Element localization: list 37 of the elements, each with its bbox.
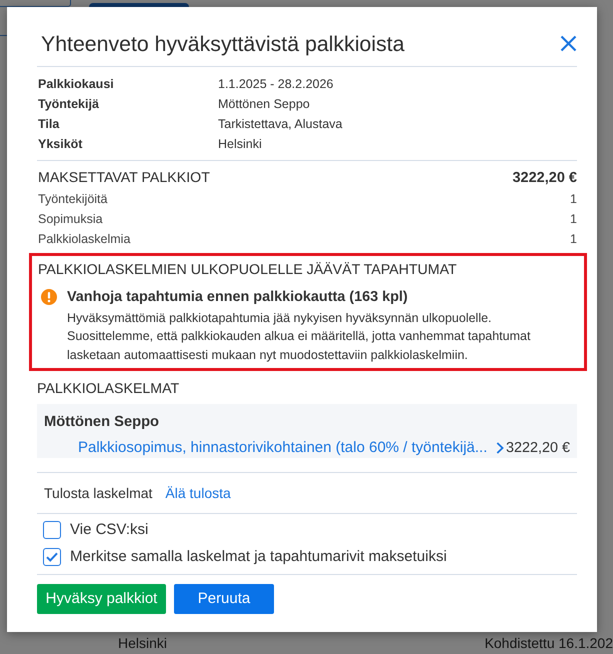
count-value: 1 bbox=[570, 191, 577, 208]
section-heading: PALKKIOLASKELMAT bbox=[37, 380, 180, 399]
close-icon[interactable] bbox=[560, 35, 577, 52]
cancel-button[interactable]: Peruuta bbox=[174, 584, 274, 614]
background-text: Kohdistettu 16.1.202 bbox=[484, 634, 613, 653]
print-link[interactable]: Älä tulosta bbox=[165, 483, 231, 503]
dialog-title: Yhteenveto hyväksyttävistä palkkioista bbox=[40, 30, 404, 58]
checkbox[interactable] bbox=[43, 548, 61, 566]
count-label: Työntekijöitä bbox=[38, 191, 108, 208]
notice-text: Hyväksymättömiä palkkiotapahtumia jää nykyisen hyväksynnän ulkopuolelle. Suosittelemme, että palkkiokauden alkua ei määritellä, jotta vanhemmat tapahtumat lasketaan automaattisesti mukaan nyt muodostettaviin palkkiolaskelmiin. bbox=[67, 310, 532, 364]
chevron-right-icon[interactable] bbox=[496, 442, 504, 454]
warning-icon bbox=[41, 289, 57, 305]
field-value: 1.1.2025 - 28.2.2026 bbox=[218, 76, 334, 93]
field-label: Palkkiokausi bbox=[38, 76, 115, 93]
count-label: Sopimuksia bbox=[38, 211, 103, 228]
checkbox[interactable] bbox=[43, 521, 61, 539]
field-value: Tarkistettava, Alustava bbox=[218, 116, 342, 133]
background-text: Helsinki bbox=[118, 634, 168, 653]
employee-name: Möttönen Seppo bbox=[44, 413, 160, 432]
field-value: Möttönen Seppo bbox=[218, 96, 310, 113]
section-heading: MAKSETTAVAT PALKKIOT bbox=[38, 169, 210, 188]
count-value: 1 bbox=[570, 211, 577, 228]
contract-link[interactable]: Palkkiosopimus, hinnastorivikohtainen (talo 60% / työntekijä... bbox=[78, 438, 488, 458]
checkbox-label: Merkitse samalla laskelmat ja tapahtumarivit maksetuiksi bbox=[70, 548, 447, 566]
field-label: Yksiköt bbox=[38, 136, 84, 153]
field-label: Tila bbox=[38, 116, 60, 133]
approve-button[interactable]: Hyväksy palkkiot bbox=[37, 584, 166, 614]
count-value: 1 bbox=[570, 231, 577, 248]
count-label: Palkkiolaskelmia bbox=[38, 231, 130, 248]
notice-title: Vanhoja tapahtumia ennen palkkiokautta (163 kpl) bbox=[67, 288, 409, 307]
field-value: Helsinki bbox=[218, 136, 262, 153]
total-amount: 3222,20 € bbox=[512, 169, 577, 188]
field-label: Työntekijä bbox=[38, 96, 100, 113]
section-heading: PALKKIOLASKELMIEN ULKOPUOLELLE JÄÄVÄT TAPAHTUMAT bbox=[38, 261, 458, 280]
amount: 3222,20 € bbox=[506, 439, 570, 458]
print-label: Tulosta laskelmat bbox=[44, 484, 152, 503]
checkbox-label: Vie CSV:ksi bbox=[70, 521, 148, 539]
